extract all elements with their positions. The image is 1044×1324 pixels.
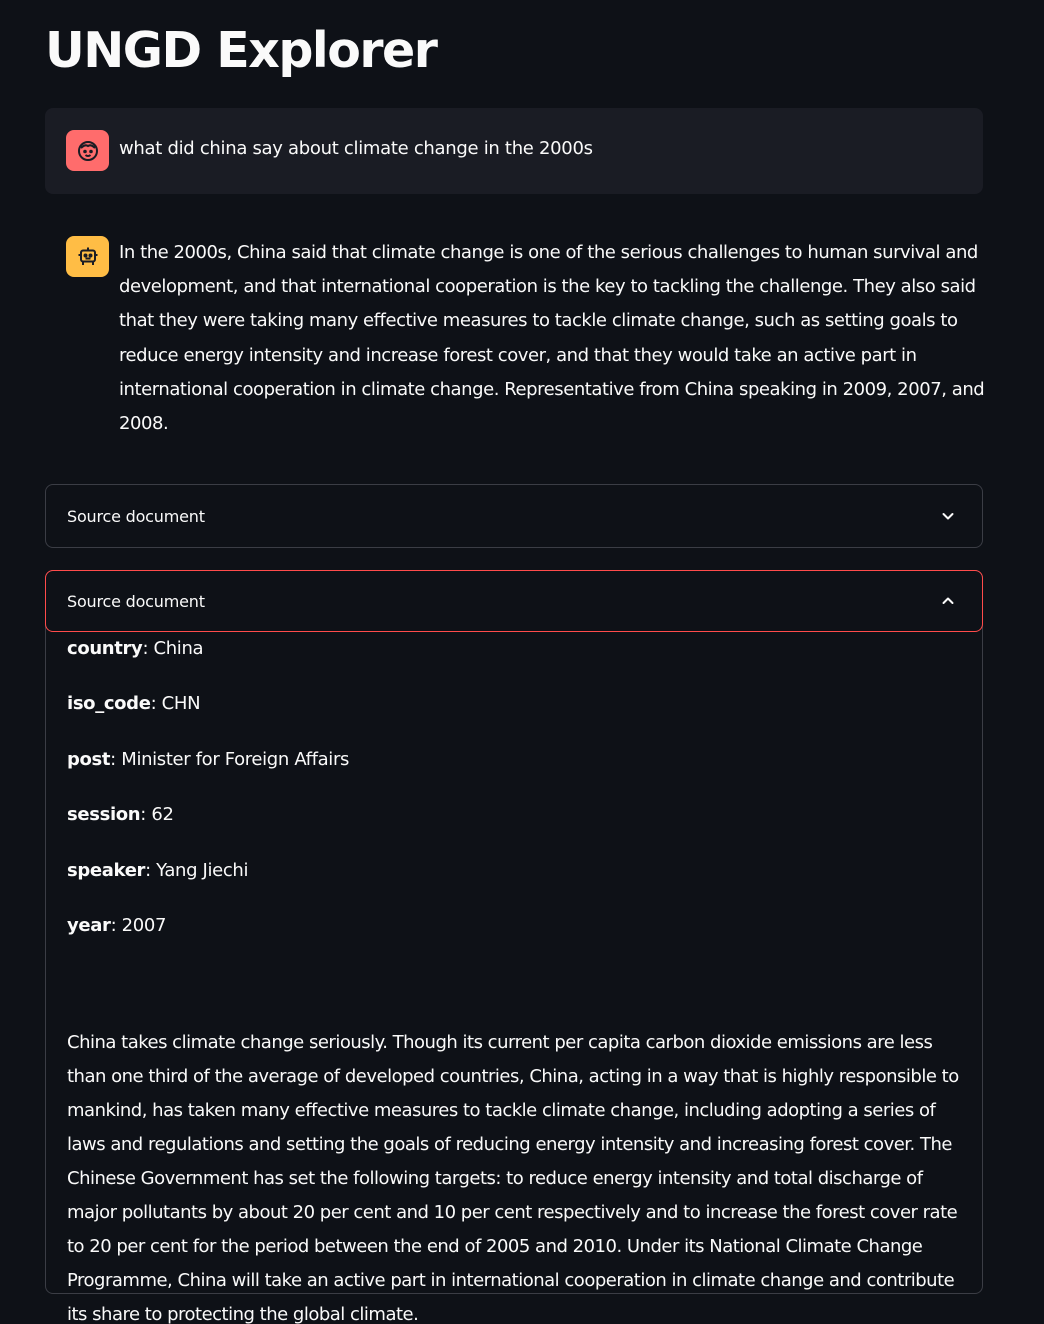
field-value: : Minister for Foreign Affairs <box>110 749 350 770</box>
assistant-avatar <box>66 236 109 277</box>
field-key: country <box>67 638 143 659</box>
expander-label: Source document <box>67 591 205 611</box>
field-session: session: 62 <box>67 804 174 825</box>
field-value: : China <box>142 638 204 659</box>
expander-header[interactable]: Source document <box>46 485 982 547</box>
robot-icon <box>78 247 97 265</box>
field-post: post: Minister for Foreign Affairs <box>67 749 349 770</box>
field-key: speaker <box>67 860 146 881</box>
field-value: : Yang Jiechi <box>145 860 249 881</box>
user-message: what did china say about climate change … <box>45 108 983 194</box>
field-key: year <box>67 915 111 936</box>
field-year: year: 2007 <box>67 915 166 936</box>
source-document-expander-2: Source document country: China iso_code:… <box>45 570 983 1324</box>
face-icon <box>77 140 98 161</box>
field-value: : CHN <box>150 693 201 714</box>
assistant-message-text: In the 2000s, China said that climate ch… <box>119 242 985 435</box>
field-iso-code: iso_code: CHN <box>67 693 201 714</box>
chevron-down-icon <box>942 513 954 520</box>
source-document-expander-1: Source document <box>45 484 983 548</box>
field-key: post <box>67 749 111 770</box>
app: UNGD Explorer what did china say about c… <box>0 0 1044 1324</box>
field-key: session <box>67 804 141 825</box>
expander-header[interactable]: Source document <box>45 570 983 632</box>
field-key: iso_code <box>67 693 151 714</box>
field-value: : 62 <box>140 804 174 825</box>
field-value: : 2007 <box>110 915 167 936</box>
page-title: UNGD Explorer <box>45 22 438 79</box>
user-avatar <box>66 130 109 171</box>
field-country: country: China <box>67 638 204 659</box>
expander-label: Source document <box>67 506 205 526</box>
user-message-text: what did china say about climate change … <box>119 138 593 159</box>
source-document-text: China takes climate change seriously. Th… <box>67 1032 959 1324</box>
field-speaker: speaker: Yang Jiechi <box>67 860 248 881</box>
chevron-up-icon <box>942 597 954 604</box>
